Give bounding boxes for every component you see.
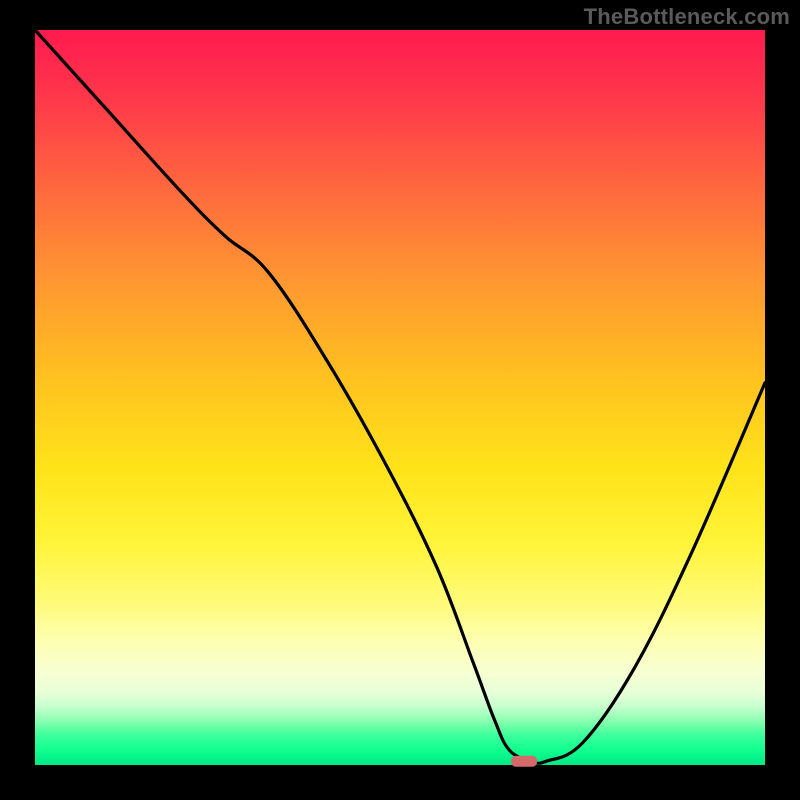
plot-area: [35, 30, 765, 765]
bottleneck-curve-line: [35, 30, 765, 763]
minimum-marker: [511, 756, 537, 767]
bottleneck-curve-svg: [35, 30, 765, 765]
watermark-text: TheBottleneck.com: [584, 4, 790, 30]
chart-frame: TheBottleneck.com: [0, 0, 800, 800]
